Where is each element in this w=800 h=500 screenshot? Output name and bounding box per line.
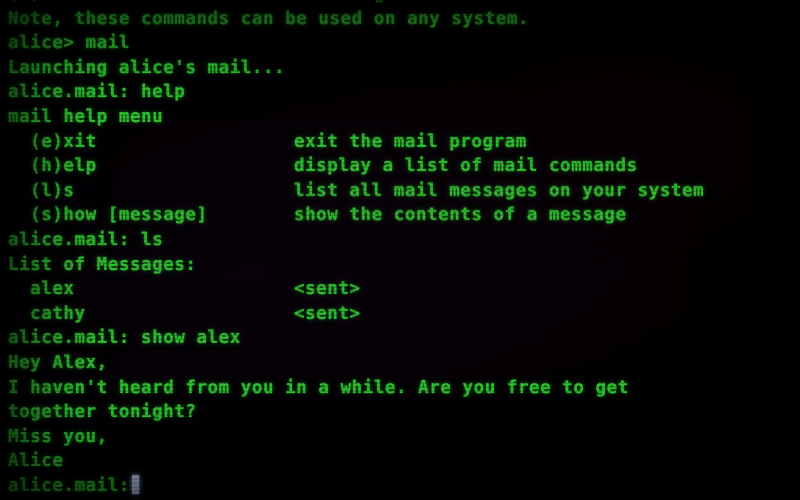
help-menu-title: mail help menu xyxy=(8,106,164,127)
terminal-window[interactable]: (e)xit show logs Note, these commands ca… xyxy=(0,0,800,500)
message-status-cathy: <sent> xyxy=(294,303,361,324)
terminal-line-note: Note, these commands can be used on any … xyxy=(8,8,530,29)
message-sender-alex: alex xyxy=(8,279,75,300)
terminal-line-ls-command: alice.mail: ls xyxy=(8,229,164,250)
message-body-signature: Alice xyxy=(8,451,64,472)
help-entry-show-description: show the contents of a message xyxy=(294,205,627,226)
message-list-item-cathy: cathy <sent> xyxy=(8,302,800,327)
help-entry-exit: (e)xit exit the mail program xyxy=(8,130,800,155)
help-entry-exit-command: (e)xit xyxy=(8,131,97,152)
terminal-line-launching: Launching alice's mail... xyxy=(8,57,286,78)
help-entry-help-command: (h)elp xyxy=(8,156,97,177)
help-entry-ls: (l)s list all mail messages on your syste… xyxy=(8,179,800,204)
help-entry-show: (s)how [message] show the contents of a m… xyxy=(8,203,800,228)
terminal-line-truncated: (e)xit show logs xyxy=(8,0,800,7)
terminal-line-show-command: alice.mail: show alex xyxy=(8,328,241,349)
help-entry-ls-description: list all mail messages on your system xyxy=(294,180,705,201)
prompt-label: alice.mail: xyxy=(8,475,130,496)
message-body-line-1: I haven't heard from you in a while. Are… xyxy=(8,377,629,398)
help-entry-exit-description: exit the mail program xyxy=(294,131,527,152)
help-entry-show-command: (s)how [message] xyxy=(8,205,208,226)
terminal-screen: (e)xit show logs Note, these commands ca… xyxy=(8,0,800,498)
terminal-line-shell-prompt-mail: alice> mail xyxy=(8,33,130,54)
help-entry-ls-command: (l)s xyxy=(8,180,75,201)
help-entry-help-description: display a list of mail commands xyxy=(294,156,638,177)
message-list-item-alex: alex <sent> xyxy=(8,277,800,302)
message-body-greeting: Hey Alex, xyxy=(8,352,108,373)
message-body-signoff: Miss you, xyxy=(8,426,108,447)
message-list-header: List of Messages: xyxy=(8,254,197,275)
message-status-alex: <sent> xyxy=(294,279,361,300)
terminal-prompt-active[interactable]: alice.mail: xyxy=(8,474,800,499)
message-sender-cathy: cathy xyxy=(8,303,86,324)
help-entry-help: (h)elp display a list of mail commands xyxy=(8,154,800,179)
text-cursor xyxy=(131,474,139,494)
terminal-line-help-command: alice.mail: help xyxy=(8,82,186,103)
message-body-line-2: together tonight? xyxy=(8,402,197,423)
